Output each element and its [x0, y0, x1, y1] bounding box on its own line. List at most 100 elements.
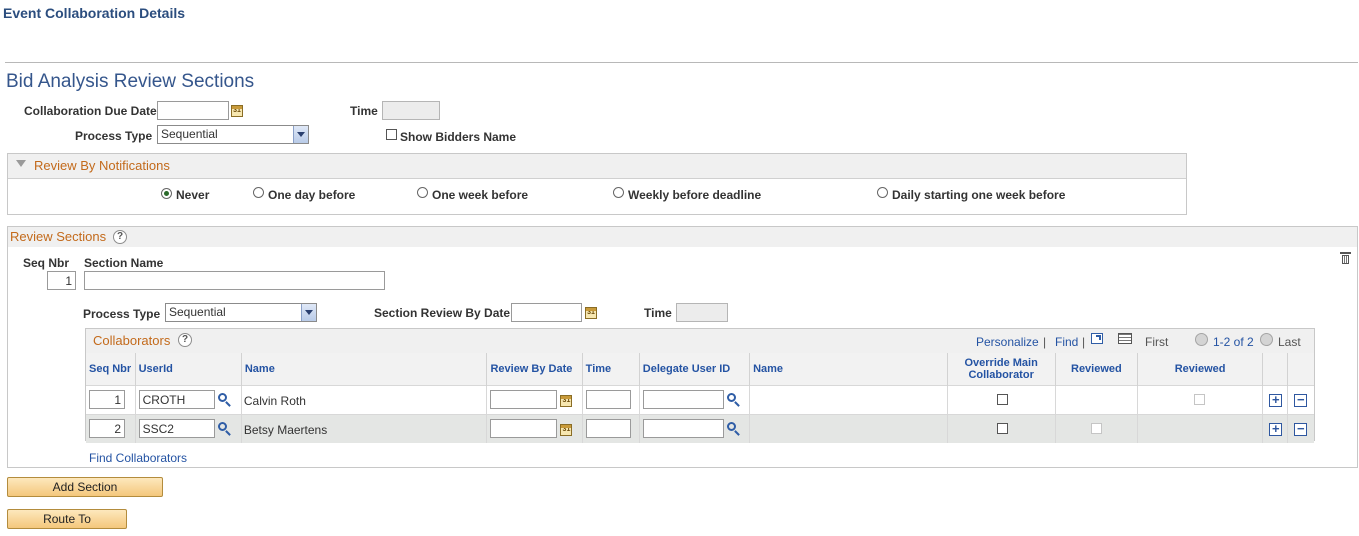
notifications-box: Review By Notifications Never One day be… — [7, 153, 1187, 215]
col-delegate[interactable]: Delegate User ID — [639, 353, 751, 386]
col-seq[interactable]: Seq Nbr — [86, 353, 136, 386]
add-section-button[interactable]: Add Section — [7, 477, 163, 497]
first-label: First — [1145, 335, 1169, 349]
seq-nbr-label: Seq Nbr — [23, 256, 70, 270]
col-userid[interactable]: UserId — [135, 353, 242, 386]
calendar-icon[interactable]: 31 — [560, 395, 573, 407]
collaborators-grid: Collaborators ? Personalize | Find | Fir… — [85, 328, 1315, 443]
table-header-row: Seq Nbr UserId Name Review By Date Time … — [86, 353, 1314, 386]
row-userid-input[interactable]: CROTH — [138, 390, 215, 409]
radio-one-day-before[interactable] — [253, 187, 264, 198]
row-seq-input[interactable]: 2 — [89, 419, 125, 438]
col-name2[interactable]: Name — [749, 353, 948, 386]
section-review-date-input[interactable] — [511, 303, 582, 322]
calendar-icon[interactable]: 31 — [585, 307, 597, 319]
due-date-input[interactable] — [157, 101, 229, 120]
find-collaborators-link[interactable]: Find Collaborators — [89, 451, 187, 465]
divider — [5, 62, 1358, 63]
row-delegate-input[interactable] — [642, 390, 724, 409]
help-icon[interactable]: ? — [113, 230, 127, 244]
notifications-header-bar[interactable]: Review By Notifications — [8, 154, 1186, 179]
row-userid-input[interactable]: SSC2 — [138, 419, 215, 438]
radio-daily-label: Daily starting one week before — [892, 188, 1066, 202]
table-row: 1 CROTH Calvin Roth 31 + − — [86, 385, 1314, 415]
new-window-icon[interactable] — [1091, 333, 1103, 344]
section-name-input[interactable] — [84, 271, 385, 290]
last-label: Last — [1278, 335, 1301, 349]
section-process-type-select[interactable]: Sequential — [165, 303, 317, 322]
chevron-down-icon — [301, 304, 316, 321]
section-review-date-label: Section Review By Date — [374, 306, 511, 320]
col-reviewed1[interactable]: Reviewed — [1055, 353, 1138, 386]
calendar-icon[interactable]: 31 — [231, 105, 243, 117]
radio-one-week-label: One week before — [432, 188, 529, 202]
row-review-date-input[interactable] — [490, 419, 558, 438]
radio-daily-starting[interactable] — [877, 187, 888, 198]
search-icon[interactable] — [726, 422, 736, 431]
radio-weekly-label: Weekly before deadline — [628, 188, 762, 202]
process-type-value: Sequential — [161, 127, 218, 141]
spreadsheet-icon[interactable] — [1118, 333, 1132, 344]
radio-one-day-label: One day before — [268, 188, 356, 202]
route-to-button[interactable]: Route To — [7, 509, 127, 529]
find-link[interactable]: Find — [1055, 335, 1078, 349]
collaborators-header-bar: Collaborators ? Personalize | Find | Fir… — [86, 329, 1314, 353]
section-time-label: Time — [644, 306, 672, 320]
chevron-down-icon — [293, 126, 308, 143]
trash-icon[interactable] — [1340, 252, 1351, 264]
process-type-label: Process Type — [75, 129, 153, 143]
remove-row-button[interactable]: − — [1294, 393, 1308, 407]
notifications-header[interactable]: Review By Notifications — [34, 158, 170, 173]
row-range: 1-2 of 2 — [1213, 335, 1254, 349]
override-checkbox[interactable] — [996, 394, 1008, 405]
col-name[interactable]: Name — [241, 353, 488, 386]
add-row-button[interactable]: + — [1269, 422, 1283, 436]
row-name: Calvin Roth — [243, 394, 306, 408]
col-review-date[interactable]: Review By Date — [486, 353, 583, 386]
radio-weekly-before[interactable] — [613, 187, 624, 198]
row-time-input[interactable] — [585, 390, 631, 409]
radio-never[interactable] — [161, 188, 172, 199]
separator: | — [1043, 335, 1047, 349]
calendar-icon[interactable]: 31 — [560, 424, 573, 436]
personalize-link[interactable]: Personalize — [976, 335, 1039, 349]
row-seq-input[interactable]: 1 — [89, 390, 125, 409]
due-date-label: Collaboration Due Date — [24, 104, 157, 118]
override-checkbox[interactable] — [996, 423, 1008, 434]
row-review-date-input[interactable] — [490, 390, 558, 409]
prev-arrow-icon — [1195, 333, 1208, 346]
separator: | — [1082, 335, 1086, 349]
section-time-input — [676, 303, 728, 322]
radio-never-label: Never — [176, 188, 210, 202]
help-icon[interactable]: ? — [178, 333, 192, 347]
col-override[interactable]: Override Main Collaborator — [947, 353, 1056, 386]
search-icon[interactable] — [217, 422, 227, 431]
section-title: Bid Analysis Review Sections — [6, 71, 255, 92]
time-label: Time — [350, 104, 378, 118]
col-reviewed2[interactable]: Reviewed — [1137, 353, 1264, 386]
collapse-triangle-icon[interactable] — [16, 160, 26, 167]
show-bidders-checkbox[interactable] — [386, 129, 397, 140]
radio-one-week-before[interactable] — [417, 187, 428, 198]
row-time-input[interactable] — [585, 419, 631, 438]
review-sections-box: Review Sections ? Seq Nbr 1 Section Name… — [7, 226, 1358, 468]
review-sections-header: Review Sections — [10, 229, 107, 244]
remove-row-button[interactable]: − — [1294, 422, 1308, 436]
process-type-select[interactable]: Sequential — [157, 125, 309, 144]
row-delegate-input[interactable] — [642, 419, 724, 438]
section-name-label: Section Name — [84, 256, 164, 270]
show-bidders-label: Show Bidders Name — [400, 130, 517, 144]
col-time[interactable]: Time — [582, 353, 640, 386]
table-row: 2 SSC2 Betsy Maertens 31 + − — [86, 414, 1314, 443]
reviewed-checkbox — [1193, 394, 1205, 405]
collaborators-table: Seq Nbr UserId Name Review By Date Time … — [86, 353, 1314, 443]
next-arrow-icon — [1260, 333, 1273, 346]
section-process-type-label: Process Type — [83, 307, 161, 321]
add-row-button[interactable]: + — [1269, 393, 1283, 407]
seq-nbr-input[interactable]: 1 — [47, 271, 76, 290]
collaborators-header: Collaborators — [93, 333, 171, 348]
search-icon[interactable] — [217, 393, 227, 402]
page-title: Event Collaboration Details — [3, 5, 186, 21]
review-sections-header-bar: Review Sections ? — [8, 227, 1357, 247]
search-icon[interactable] — [726, 393, 736, 402]
